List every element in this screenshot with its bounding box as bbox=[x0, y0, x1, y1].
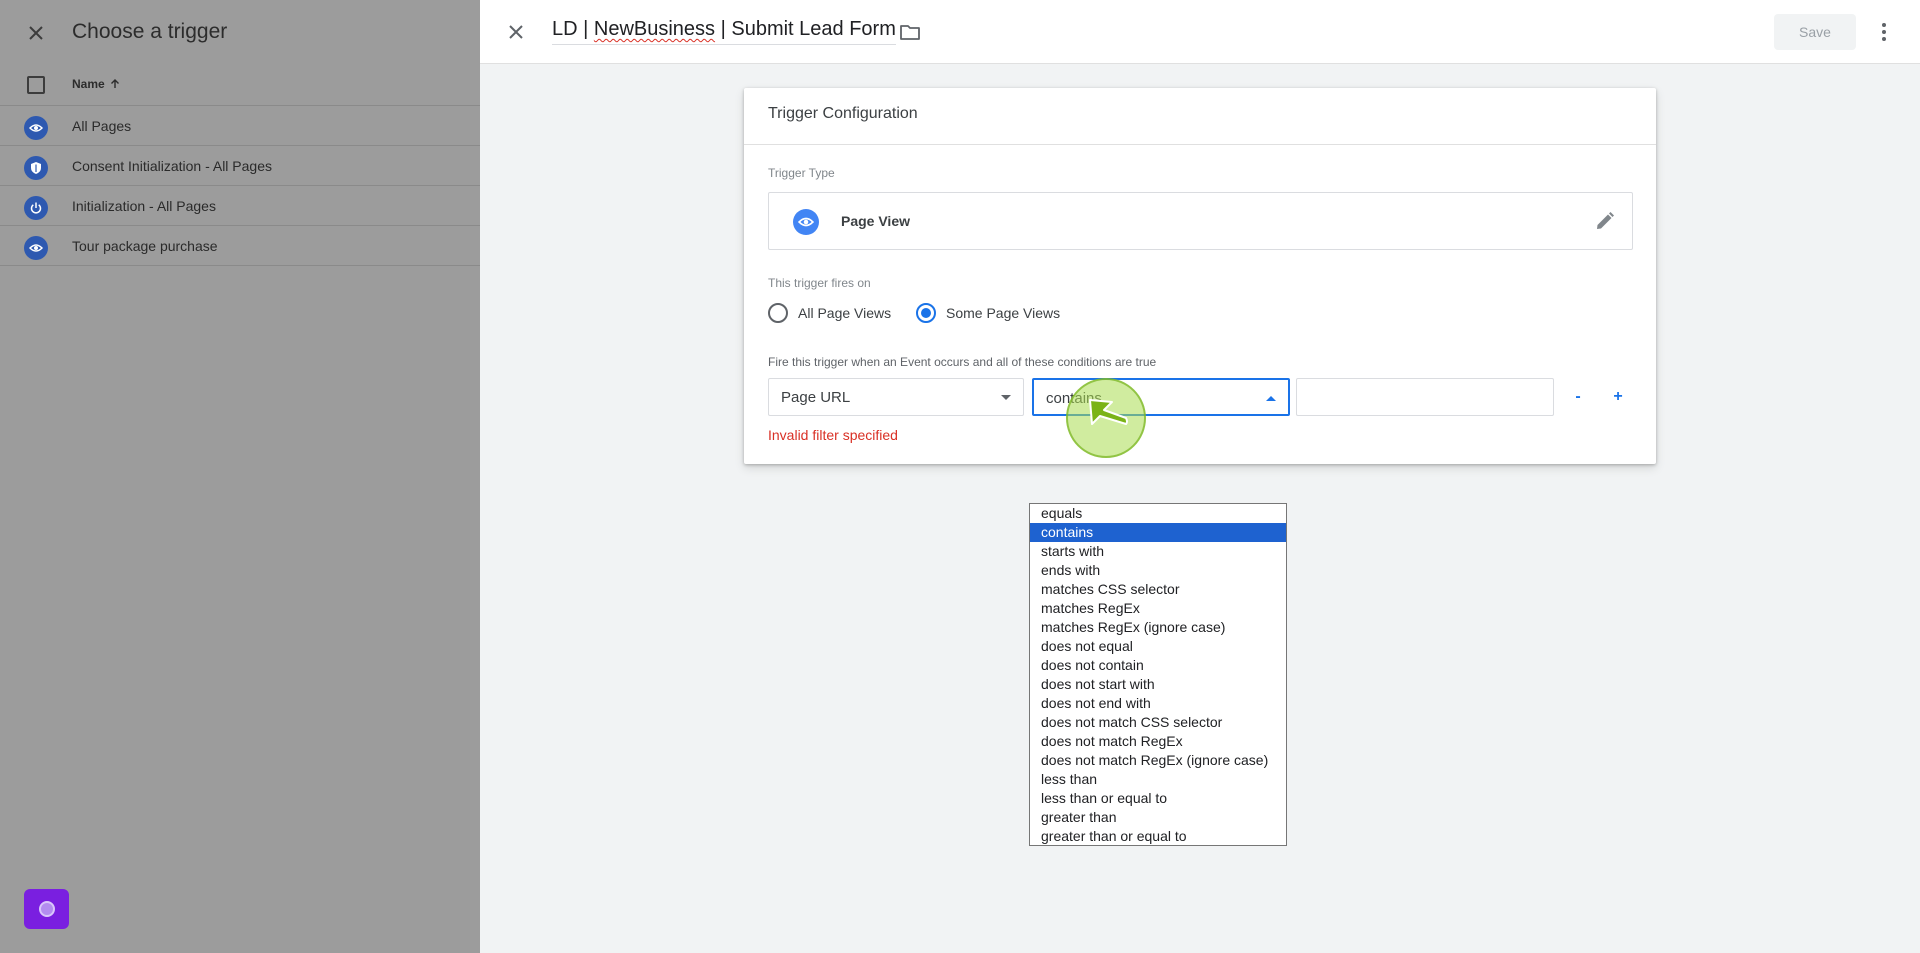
variable-select-value: Page URL bbox=[781, 389, 851, 406]
more-vert-icon[interactable] bbox=[1872, 20, 1896, 44]
trigger-row-tour-package-purchase[interactable]: Tour package purchase bbox=[0, 226, 480, 266]
operator-options-list[interactable]: equals contains starts with ends with matche… bbox=[1029, 503, 1287, 846]
choose-trigger-panel: Choose a trigger Name All Pages Consent … bbox=[0, 0, 480, 953]
arrow-up-icon bbox=[110, 79, 119, 88]
trigger-row-all-pages[interactable]: All Pages bbox=[0, 106, 480, 146]
condition-label: Fire this trigger when an Event occurs a… bbox=[768, 355, 1157, 369]
condition-value-input[interactable] bbox=[1296, 378, 1554, 416]
close-icon[interactable] bbox=[504, 20, 528, 44]
trigger-configuration-card: Trigger Configuration Trigger Type Page … bbox=[744, 88, 1656, 464]
circle-icon bbox=[38, 901, 55, 917]
name-column-label: Name bbox=[72, 77, 105, 91]
choose-trigger-header: Choose a trigger bbox=[0, 0, 480, 66]
trigger-type-name: Page View bbox=[841, 213, 911, 229]
dropdown-arrow-up-icon bbox=[1266, 396, 1276, 401]
folder-icon[interactable] bbox=[898, 20, 922, 44]
operator-option[interactable]: does not equal bbox=[1030, 637, 1286, 656]
panel-title: Choose a trigger bbox=[72, 20, 228, 43]
trigger-row-initialization[interactable]: Initialization - All Pages bbox=[0, 186, 480, 226]
add-condition-button[interactable]: + bbox=[1602, 382, 1634, 412]
eye-icon bbox=[24, 236, 48, 260]
trigger-type-label: Trigger Type bbox=[768, 166, 835, 180]
shield-icon bbox=[24, 156, 48, 180]
error-message: Invalid filter specified bbox=[768, 427, 898, 443]
card-divider bbox=[744, 144, 1656, 145]
power-icon bbox=[24, 196, 48, 220]
operator-option[interactable]: ends with bbox=[1030, 561, 1286, 580]
trigger-row-label: Tour package purchase bbox=[72, 238, 218, 254]
operator-option[interactable]: does not match RegEx (ignore case) bbox=[1030, 751, 1286, 770]
card-title: Trigger Configuration bbox=[768, 105, 918, 122]
radio-all-page-views[interactable]: All Page Views bbox=[768, 303, 891, 323]
trigger-name-suffix: | Submit Lead Form bbox=[715, 18, 896, 40]
eye-icon bbox=[793, 209, 819, 235]
trigger-name-misspelled-word: NewBusiness bbox=[593, 18, 716, 40]
select-all-checkbox[interactable] bbox=[27, 76, 45, 94]
operator-option[interactable]: does not start with bbox=[1030, 675, 1286, 694]
operator-option[interactable]: does not end with bbox=[1030, 694, 1286, 713]
operator-option[interactable]: greater than or equal to bbox=[1030, 827, 1286, 846]
cursor-arrow-icon bbox=[1089, 399, 1128, 425]
operator-option[interactable]: equals bbox=[1030, 504, 1286, 523]
variable-select[interactable]: Page URL bbox=[768, 378, 1024, 416]
operator-option[interactable]: matches CSS selector bbox=[1030, 580, 1286, 599]
operator-option[interactable]: does not match RegEx bbox=[1030, 732, 1286, 751]
operator-option[interactable]: less than or equal to bbox=[1030, 789, 1286, 808]
operator-option[interactable]: less than bbox=[1030, 770, 1286, 789]
trigger-type-selector[interactable]: Page View bbox=[768, 192, 1633, 250]
trigger-name-field[interactable]: LD | NewBusiness | Submit Lead Form bbox=[552, 18, 896, 45]
operator-option[interactable]: greater than bbox=[1030, 808, 1286, 827]
operator-option[interactable]: matches RegEx (ignore case) bbox=[1030, 618, 1286, 637]
operator-option[interactable]: contains bbox=[1030, 523, 1286, 542]
radio-some-page-views[interactable]: Some Page Views bbox=[916, 303, 1060, 323]
fires-on-label: This trigger fires on bbox=[768, 276, 871, 290]
trigger-row-consent-initialization[interactable]: Consent Initialization - All Pages bbox=[0, 146, 480, 186]
radio-label: All Page Views bbox=[798, 305, 892, 321]
operator-option[interactable]: does not contain bbox=[1030, 656, 1286, 675]
assistant-fab-button[interactable] bbox=[24, 889, 69, 929]
remove-condition-button[interactable]: - bbox=[1562, 382, 1594, 412]
pencil-icon[interactable] bbox=[1593, 209, 1617, 233]
dropdown-arrow-icon bbox=[1001, 395, 1011, 400]
name-column-header[interactable]: Name bbox=[72, 77, 121, 91]
trigger-row-label: Initialization - All Pages bbox=[72, 198, 216, 214]
radio-label: Some Page Views bbox=[946, 305, 1061, 321]
radio-circle-selected bbox=[916, 303, 936, 323]
trigger-row-label: Consent Initialization - All Pages bbox=[72, 158, 272, 174]
trigger-row-label: All Pages bbox=[72, 118, 132, 134]
close-icon[interactable] bbox=[24, 21, 48, 45]
editor-topbar: LD | NewBusiness | Submit Lead Form Save bbox=[480, 0, 1920, 64]
eye-icon bbox=[24, 116, 48, 140]
radio-circle bbox=[768, 303, 788, 323]
trigger-list-header: Name bbox=[0, 66, 480, 106]
operator-option[interactable]: matches RegEx bbox=[1030, 599, 1286, 618]
save-button[interactable]: Save bbox=[1774, 14, 1856, 50]
operator-option[interactable]: does not match CSS selector bbox=[1030, 713, 1286, 732]
operator-option[interactable]: starts with bbox=[1030, 542, 1286, 561]
trigger-name-prefix: LD | bbox=[552, 18, 594, 40]
